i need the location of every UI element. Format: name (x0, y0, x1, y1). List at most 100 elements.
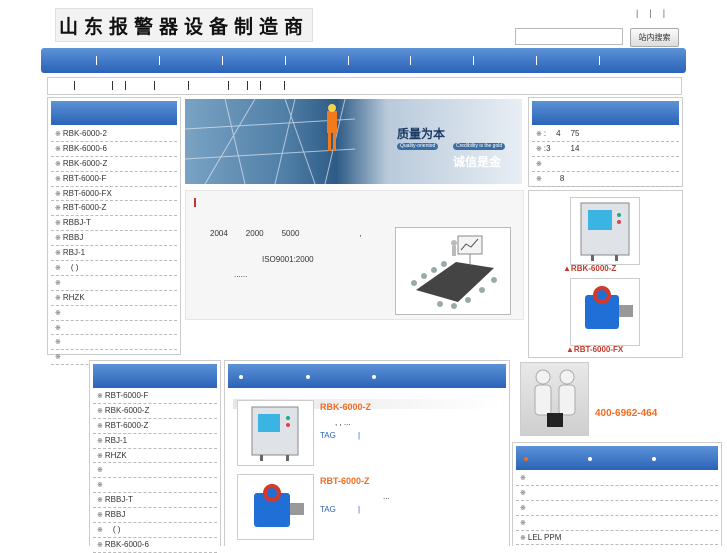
list-item[interactable]: ※ RHZK (51, 291, 177, 306)
list-item[interactable]: ※ (516, 516, 718, 531)
product-label[interactable]: ▲RBK-6000-Z (563, 264, 616, 273)
product-tag[interactable]: TAG (320, 431, 336, 440)
tab-dot[interactable] (372, 375, 376, 379)
star-icon: ※ (55, 205, 61, 213)
product-image[interactable] (237, 474, 314, 540)
list-item[interactable]: ※ RBT-6000-F (51, 172, 177, 187)
nav-separator (96, 56, 97, 65)
right-info-panel: ※:4 75 ※:3 14 ※ ※ 8 (528, 97, 683, 187)
list-item[interactable]: ※ RBJ-1 (51, 246, 177, 262)
list-item[interactable]: ※ RBT-6000-FX (51, 187, 177, 202)
list-item[interactable]: ※ (51, 335, 177, 351)
subnav-separator (284, 81, 285, 90)
site-logo[interactable]: 山东报警器设备制造商 (55, 8, 313, 42)
subnav-separator (154, 81, 155, 90)
list-item[interactable]: ※ RBBJ (93, 508, 217, 524)
star-icon: ※ (55, 294, 61, 302)
banner-pill-2: Credibility is the gold (453, 143, 506, 150)
banner-headline-2: 诚信是金 (453, 155, 502, 169)
list-item[interactable]: ※ RBT-6000-Z (93, 419, 217, 434)
hotline-number: 400-6962-464 (595, 408, 658, 419)
meeting-image (395, 227, 511, 315)
product-image[interactable] (570, 278, 640, 346)
tab-dot-active[interactable] (524, 457, 528, 461)
star-icon: ※ (520, 475, 526, 482)
list-item[interactable]: ※ RBK-6000-Z (51, 157, 177, 172)
right-product-panel: ▲RBK-6000-Z ▲RBT-6000-FX (528, 190, 683, 358)
top-links: | | | (636, 8, 676, 18)
list-item[interactable]: ※ 8 (532, 172, 679, 187)
star-icon: ※ (55, 309, 61, 317)
product-label[interactable]: ▲RBT-6000-FX (566, 345, 623, 354)
info-list: ※:4 75 ※:3 14 ※ ※ 8 (532, 127, 679, 187)
subnav-separator (247, 81, 248, 90)
panel-header (93, 364, 217, 388)
tab-dot[interactable] (652, 457, 656, 461)
star-icon: ※ (520, 519, 526, 527)
star-icon: ※ (97, 422, 103, 430)
list-item[interactable]: ※ RBBJ-T (93, 493, 217, 509)
banner-headline-1: 质量为本 (397, 127, 446, 141)
star-icon: ※ (97, 467, 103, 475)
list-item[interactable]: ※ RHZK (93, 449, 217, 464)
category-list-2: ※ RBT-6000-F ※ RBK-6000-Z ※ RBT-6000-Z ※ RBJ… (93, 389, 217, 553)
list-item[interactable]: ※ RBK-6000-2 (51, 127, 177, 142)
list-item[interactable]: ※ RBBJ-T (51, 216, 177, 232)
search-button[interactable]: 站内搜索 (630, 28, 679, 47)
star-icon: ※ (97, 541, 103, 549)
list-item[interactable]: ※ (516, 471, 718, 486)
product-desc: , , ... (335, 418, 351, 427)
list-item[interactable]: ※ (516, 486, 718, 501)
product-name[interactable]: RBK-6000-Z (320, 402, 371, 412)
product-image[interactable] (237, 400, 314, 466)
star-icon: ※ (55, 339, 61, 347)
tab-dot[interactable] (306, 375, 310, 379)
nav-separator (159, 56, 160, 65)
list-item[interactable]: ※ (51, 321, 177, 336)
star-icon: ※ (55, 279, 61, 287)
list-item[interactable]: ※ RBK-6000-6 (51, 142, 177, 157)
handshake-illustration (534, 369, 576, 427)
list-item[interactable]: ※ (51, 306, 177, 321)
nav-separator (599, 56, 600, 65)
about-text-line: 2004 2000 5000, (210, 229, 362, 238)
left-category-panel-2: ※ RBT-6000-F ※ RBK-6000-Z ※ RBT-6000-Z ※ RBJ… (89, 360, 221, 553)
list-item[interactable]: ※ RBJ-1 (93, 434, 217, 449)
list-item[interactable]: ※ RBK-6000-Z (93, 404, 217, 419)
star-icon: ※ (97, 512, 103, 520)
star-icon: ※ (55, 265, 61, 273)
list-item[interactable]: ※ (532, 157, 679, 172)
list-item[interactable]: ※ LEL PPM (516, 531, 718, 546)
tab-dot[interactable] (588, 457, 592, 461)
star-icon: ※ (55, 250, 61, 258)
list-item[interactable]: ※ (516, 501, 718, 516)
sub-nav (47, 77, 682, 95)
subnav-separator (112, 81, 113, 90)
list-item[interactable]: ※ (51, 276, 177, 291)
tab-dot[interactable] (239, 375, 243, 379)
nav-separator (536, 56, 537, 65)
star-icon: ※ (55, 324, 61, 332)
list-item[interactable]: ※ RBT-6000-F (93, 389, 217, 404)
star-icon: ※ (520, 489, 526, 497)
contact-image (520, 362, 589, 436)
list-item[interactable]: ※ (93, 478, 217, 494)
meeting-illustration (411, 235, 497, 309)
search-input[interactable] (515, 28, 623, 45)
product-tag[interactable]: TAG (320, 505, 336, 514)
top-link-sep: | (649, 8, 652, 18)
product-image[interactable] (570, 197, 640, 265)
hero-banner: 质量为本 Quality-oriented Credibility is the… (185, 99, 522, 184)
list-item[interactable]: ※( ) (93, 523, 217, 538)
list-item[interactable]: ※ RBK-6000-6 (93, 538, 217, 553)
nav-separator (473, 56, 474, 65)
list-item[interactable]: ※( ) (51, 261, 177, 276)
list-item[interactable]: ※ RBT-6000-Z (51, 201, 177, 217)
list-item[interactable]: ※ RBBJ (51, 231, 177, 247)
star-icon: ※ (97, 527, 103, 535)
product-name[interactable]: RBT-6000-Z (320, 476, 370, 486)
section-marker (194, 198, 196, 207)
list-item[interactable]: ※:4 75 (532, 127, 679, 142)
list-item[interactable]: ※ (93, 463, 217, 479)
list-item[interactable]: ※:3 14 (532, 142, 679, 157)
